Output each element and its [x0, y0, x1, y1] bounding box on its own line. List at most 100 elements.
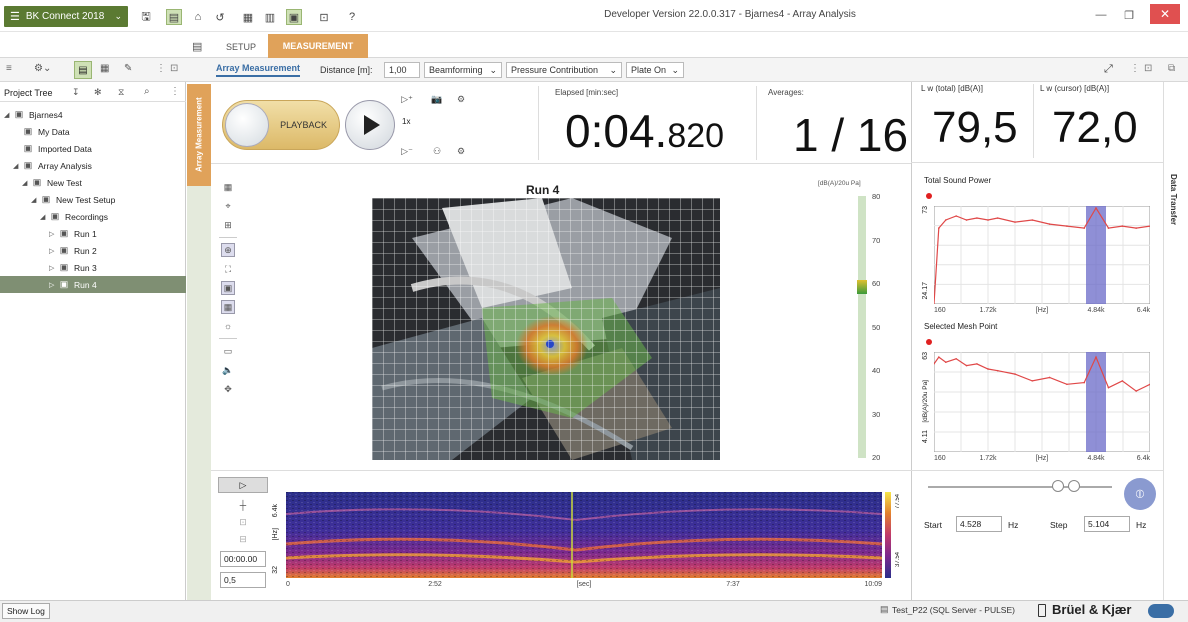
- show-log-button[interactable]: Show Log: [2, 603, 50, 619]
- level-scale-slider[interactable]: [857, 280, 867, 294]
- plate-on-dropdown[interactable]: Plate On ⌄: [626, 62, 684, 78]
- level-scale-bar[interactable]: [858, 196, 866, 458]
- zoom-icon[interactable]: ⊡: [236, 515, 250, 529]
- tree-twisty-icon[interactable]: ◢: [22, 179, 31, 187]
- list-icon[interactable]: ≡: [6, 63, 12, 74]
- step-frequency-input[interactable]: 5.104: [1084, 516, 1130, 532]
- move-icon[interactable]: ✥: [221, 382, 235, 396]
- slider-handle-end[interactable]: [1068, 480, 1080, 492]
- project-tree-toggle-icon[interactable]: ▤: [166, 9, 182, 25]
- data-point: [955, 215, 957, 217]
- save-icon[interactable]: 🖫: [138, 9, 154, 25]
- settings-icon-2[interactable]: ⚙: [454, 144, 468, 158]
- popout-icon[interactable]: ⧉: [1168, 63, 1175, 74]
- tree-twisty-icon[interactable]: ▷: [49, 281, 58, 289]
- collapse-icon[interactable]: ↧: [72, 87, 80, 98]
- filter-icon[interactable]: ⧖: [118, 87, 124, 98]
- speed-up-icon[interactable]: ▷⁺: [400, 92, 414, 106]
- array-measurement-tab[interactable]: Array Measurement: [216, 63, 301, 77]
- tree-item[interactable]: ▷ ▣ Run 4: [0, 276, 186, 293]
- tag-icon[interactable]: ⌂: [190, 9, 206, 25]
- distance-input[interactable]: 1,00: [384, 62, 420, 78]
- beamforming-dropdown[interactable]: Beamforming ⌄: [424, 62, 502, 78]
- data-transfer-tab[interactable]: Data Transfer: [1163, 82, 1188, 600]
- tree-item[interactable]: ◢ ▣ New Test: [0, 174, 186, 191]
- tree-item[interactable]: ◢ ▣ Array Analysis: [0, 157, 186, 174]
- tree-twisty-icon[interactable]: ◢: [31, 196, 40, 204]
- link-frequency-button[interactable]: ⦶: [1124, 478, 1156, 510]
- start-input[interactable]: 4.528: [956, 516, 1002, 532]
- pressure-contribution-dropdown[interactable]: Pressure Contribution ⌄: [506, 62, 622, 78]
- close-icon[interactable]: ✕: [1150, 4, 1180, 24]
- hierarchy-icon[interactable]: ⚙⌄: [34, 63, 51, 74]
- wrench-icon[interactable]: ✎: [124, 63, 132, 74]
- layout-icon-1[interactable]: ▦: [240, 9, 256, 25]
- fullscreen-icon[interactable]: ⤢: [1104, 63, 1113, 76]
- more-icon[interactable]: ⋮: [170, 86, 180, 97]
- tree-item[interactable]: ◢ ▣ Recordings: [0, 208, 186, 225]
- more-icon[interactable]: ⋮: [1130, 63, 1140, 74]
- playback-toggle[interactable]: PLAYBACK: [222, 100, 340, 150]
- slider-handle-start[interactable]: [1052, 480, 1064, 492]
- layout-icon-3[interactable]: ▣: [286, 9, 302, 25]
- tree-item[interactable]: ▣ Imported Data: [0, 140, 186, 157]
- cursor-icon[interactable]: ┼: [236, 498, 250, 512]
- tab-measurement[interactable]: MEASUREMENT: [268, 34, 368, 58]
- frequency-range-slider[interactable]: [928, 486, 1112, 488]
- tree-twisty-icon[interactable]: ▷: [49, 230, 58, 238]
- pin-icon[interactable]: ⊡: [170, 63, 178, 74]
- camera-icon[interactable]: 📷: [430, 92, 444, 106]
- tab-setup[interactable]: SETUP: [218, 38, 264, 56]
- reset-icon[interactable]: ⊟: [236, 532, 250, 546]
- tree-twisty-icon[interactable]: ◢: [40, 213, 49, 221]
- time-input[interactable]: 00:00.00: [220, 551, 266, 567]
- mesh-icon[interactable]: ▣: [221, 281, 235, 295]
- speed-down-icon[interactable]: ▷⁻: [400, 144, 414, 158]
- tree-twisty-icon[interactable]: ◢: [13, 162, 22, 170]
- sun-icon[interactable]: ☼: [221, 319, 235, 333]
- settings-icon[interactable]: ⚙: [454, 92, 468, 106]
- tree-item[interactable]: ◢ ▣ New Test Setup: [0, 191, 186, 208]
- spectrogram[interactable]: [286, 492, 882, 578]
- fit-icon[interactable]: ⊕: [221, 243, 235, 257]
- undo-icon[interactable]: ↺: [212, 9, 228, 25]
- tree-item[interactable]: ▣ My Data: [0, 123, 186, 140]
- expand-icon[interactable]: ✻: [94, 87, 102, 98]
- export-icon[interactable]: ⊡: [316, 9, 332, 25]
- beamforming-map[interactable]: [372, 198, 720, 460]
- layout-icon-2[interactable]: ▥: [262, 9, 278, 25]
- spectrogram-play-button[interactable]: ▷: [218, 477, 268, 493]
- expand-view-icon[interactable]: ⛶: [221, 262, 235, 276]
- tree-item[interactable]: ▷ ▣ Run 1: [0, 225, 186, 242]
- mesh-grid-icon[interactable]: ▦: [221, 300, 235, 314]
- pointer-icon[interactable]: ⌖: [221, 199, 235, 213]
- tree-node-icon: ▣: [50, 211, 60, 221]
- total-sound-power-chart[interactable]: [934, 206, 1150, 304]
- tree-item[interactable]: ▷ ▣ Run 2: [0, 242, 186, 259]
- tree-item[interactable]: ◢ ▣ Bjarnes4: [0, 106, 186, 123]
- record-icon[interactable]: ⚇: [430, 144, 444, 158]
- array-measurement-side-tab[interactable]: Array Measurement: [187, 84, 211, 186]
- ribbon-menu-icon[interactable]: ▤: [192, 40, 202, 53]
- play-button[interactable]: [345, 100, 395, 150]
- speaker-icon[interactable]: 🔈: [221, 363, 235, 377]
- tree-item[interactable]: ▷ ▣ Run 3: [0, 259, 186, 276]
- step-input[interactable]: 0,5: [220, 572, 266, 588]
- tree-twisty-icon[interactable]: ◢: [4, 111, 13, 119]
- grid-view-icon[interactable]: ▦: [221, 180, 235, 194]
- minimize-icon[interactable]: —: [1090, 6, 1112, 24]
- more-icon[interactable]: ⋮: [156, 63, 166, 74]
- chart-icon[interactable]: ⊞: [221, 218, 235, 232]
- maximize-icon[interactable]: ❐: [1118, 6, 1140, 24]
- pin-icon[interactable]: ⊡: [1144, 63, 1152, 74]
- selected-mesh-point-chart[interactable]: [934, 352, 1150, 452]
- tree-twisty-icon[interactable]: ▷: [49, 247, 58, 255]
- table-icon[interactable]: ▦: [100, 63, 109, 74]
- tree-view-icon[interactable]: ▤: [74, 61, 92, 79]
- tree-twisty-icon[interactable]: ▷: [49, 264, 58, 272]
- help-button[interactable]: ?: [344, 9, 360, 25]
- app-menu-button[interactable]: ☰ BK Connect 2018 ⌄: [4, 6, 128, 27]
- video-icon[interactable]: ▭: [221, 344, 235, 358]
- search-icon[interactable]: ⌕: [144, 86, 150, 97]
- data-point: [955, 357, 957, 360]
